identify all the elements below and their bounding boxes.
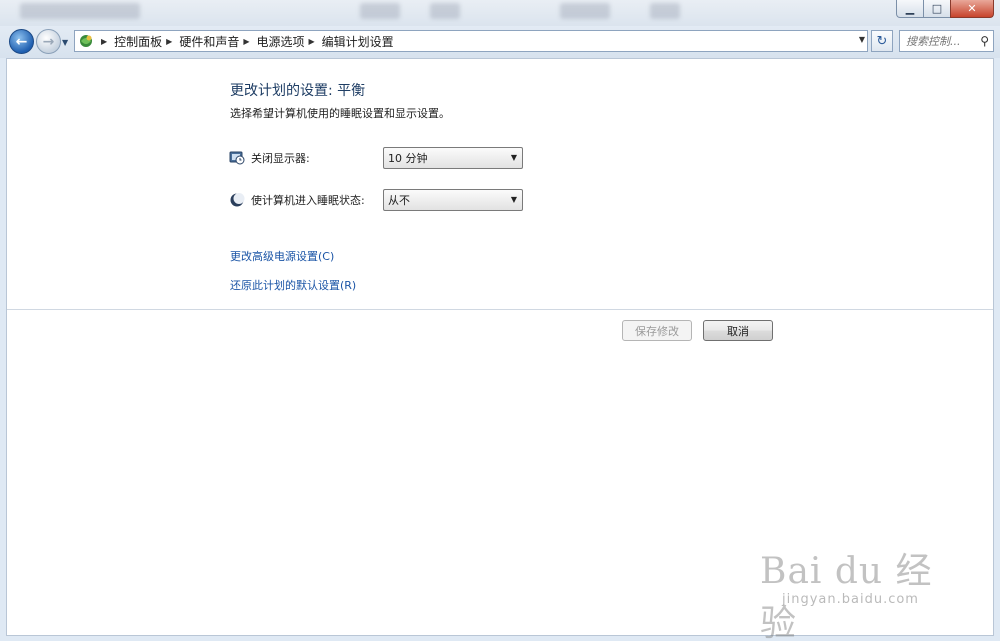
recent-pages-dropdown[interactable]: ▼ — [62, 38, 68, 47]
refresh-button[interactable]: ↻ — [871, 30, 893, 52]
page-description: 选择希望计算机使用的睡眠设置和显示设置。 — [230, 107, 450, 120]
minimize-button[interactable]: ▁ — [896, 0, 924, 18]
monitor-clock-icon — [229, 150, 245, 166]
cancel-button[interactable]: 取消 — [703, 320, 773, 341]
blurred-title — [20, 3, 140, 19]
save-button[interactable]: 保存修改 — [622, 320, 692, 341]
blurred-title — [430, 3, 460, 19]
control-panel-icon — [75, 31, 97, 51]
blurred-title — [360, 3, 400, 19]
caption-buttons: ▁ □ ✕ — [896, 0, 994, 18]
setting-row-display-off: 关闭显示器: 10 分钟 ▼ — [229, 147, 523, 169]
search-icon[interactable]: ⚲ — [980, 34, 989, 48]
breadcrumb-hardware-sound[interactable]: 硬件和声音 — [179, 33, 239, 50]
window-title-bar: ▁ □ ✕ — [0, 0, 1000, 26]
breadcrumb-power-options[interactable]: 电源选项 — [257, 33, 305, 50]
blurred-title — [560, 3, 610, 19]
address-dropdown-icon[interactable]: ▼ — [859, 35, 865, 44]
page-title: 更改计划的设置: 平衡 — [230, 83, 366, 99]
back-button[interactable]: ← — [9, 29, 34, 54]
watermark: Bai du 经验 jingyan.baidu.com — [760, 530, 960, 641]
maximize-button[interactable]: □ — [924, 0, 950, 18]
moon-sleep-icon — [229, 192, 245, 208]
close-button[interactable]: ✕ — [950, 0, 994, 18]
navigation-bar: ← → ▼ ▶ 控制面板 ▶ 硬件和声音 ▶ 电源选项 ▶ 编辑计划设置 ▼ ↻… — [0, 26, 1000, 58]
breadcrumb-separator[interactable]: ▶ — [166, 37, 172, 46]
breadcrumb-separator[interactable]: ▶ — [309, 37, 315, 46]
search-input[interactable] — [906, 34, 972, 48]
restore-defaults-link[interactable]: 还原此计划的默认设置(R) — [230, 277, 356, 293]
breadcrumb-separator[interactable]: ▶ — [101, 37, 107, 46]
blurred-title — [650, 3, 680, 19]
breadcrumb-control-panel[interactable]: 控制面板 — [114, 33, 162, 50]
sleep-value: 从不 — [388, 194, 410, 207]
advanced-power-settings-link[interactable]: 更改高级电源设置(C) — [230, 248, 334, 264]
address-bar[interactable]: ▶ 控制面板 ▶ 硬件和声音 ▶ 电源选项 ▶ 编辑计划设置 ▼ — [74, 30, 868, 52]
divider — [7, 309, 993, 310]
watermark-url: jingyan.baidu.com — [782, 592, 919, 607]
display-off-select[interactable]: 10 分钟 ▼ — [383, 147, 523, 169]
chevron-down-icon: ▼ — [510, 195, 517, 204]
breadcrumb-edit-plan[interactable]: 编辑计划设置 — [322, 33, 394, 50]
setting-label-display-off: 关闭显示器: — [251, 152, 310, 165]
setting-row-sleep: 使计算机进入睡眠状态: 从不 ▼ — [229, 189, 523, 211]
sleep-select[interactable]: 从不 ▼ — [383, 189, 523, 211]
forward-button[interactable]: → — [36, 29, 61, 54]
search-box[interactable]: ⚲ — [899, 30, 994, 52]
display-off-value: 10 分钟 — [388, 152, 428, 165]
breadcrumb-separator[interactable]: ▶ — [243, 37, 249, 46]
setting-label-sleep: 使计算机进入睡眠状态: — [251, 194, 365, 207]
chevron-down-icon: ▼ — [510, 153, 517, 162]
